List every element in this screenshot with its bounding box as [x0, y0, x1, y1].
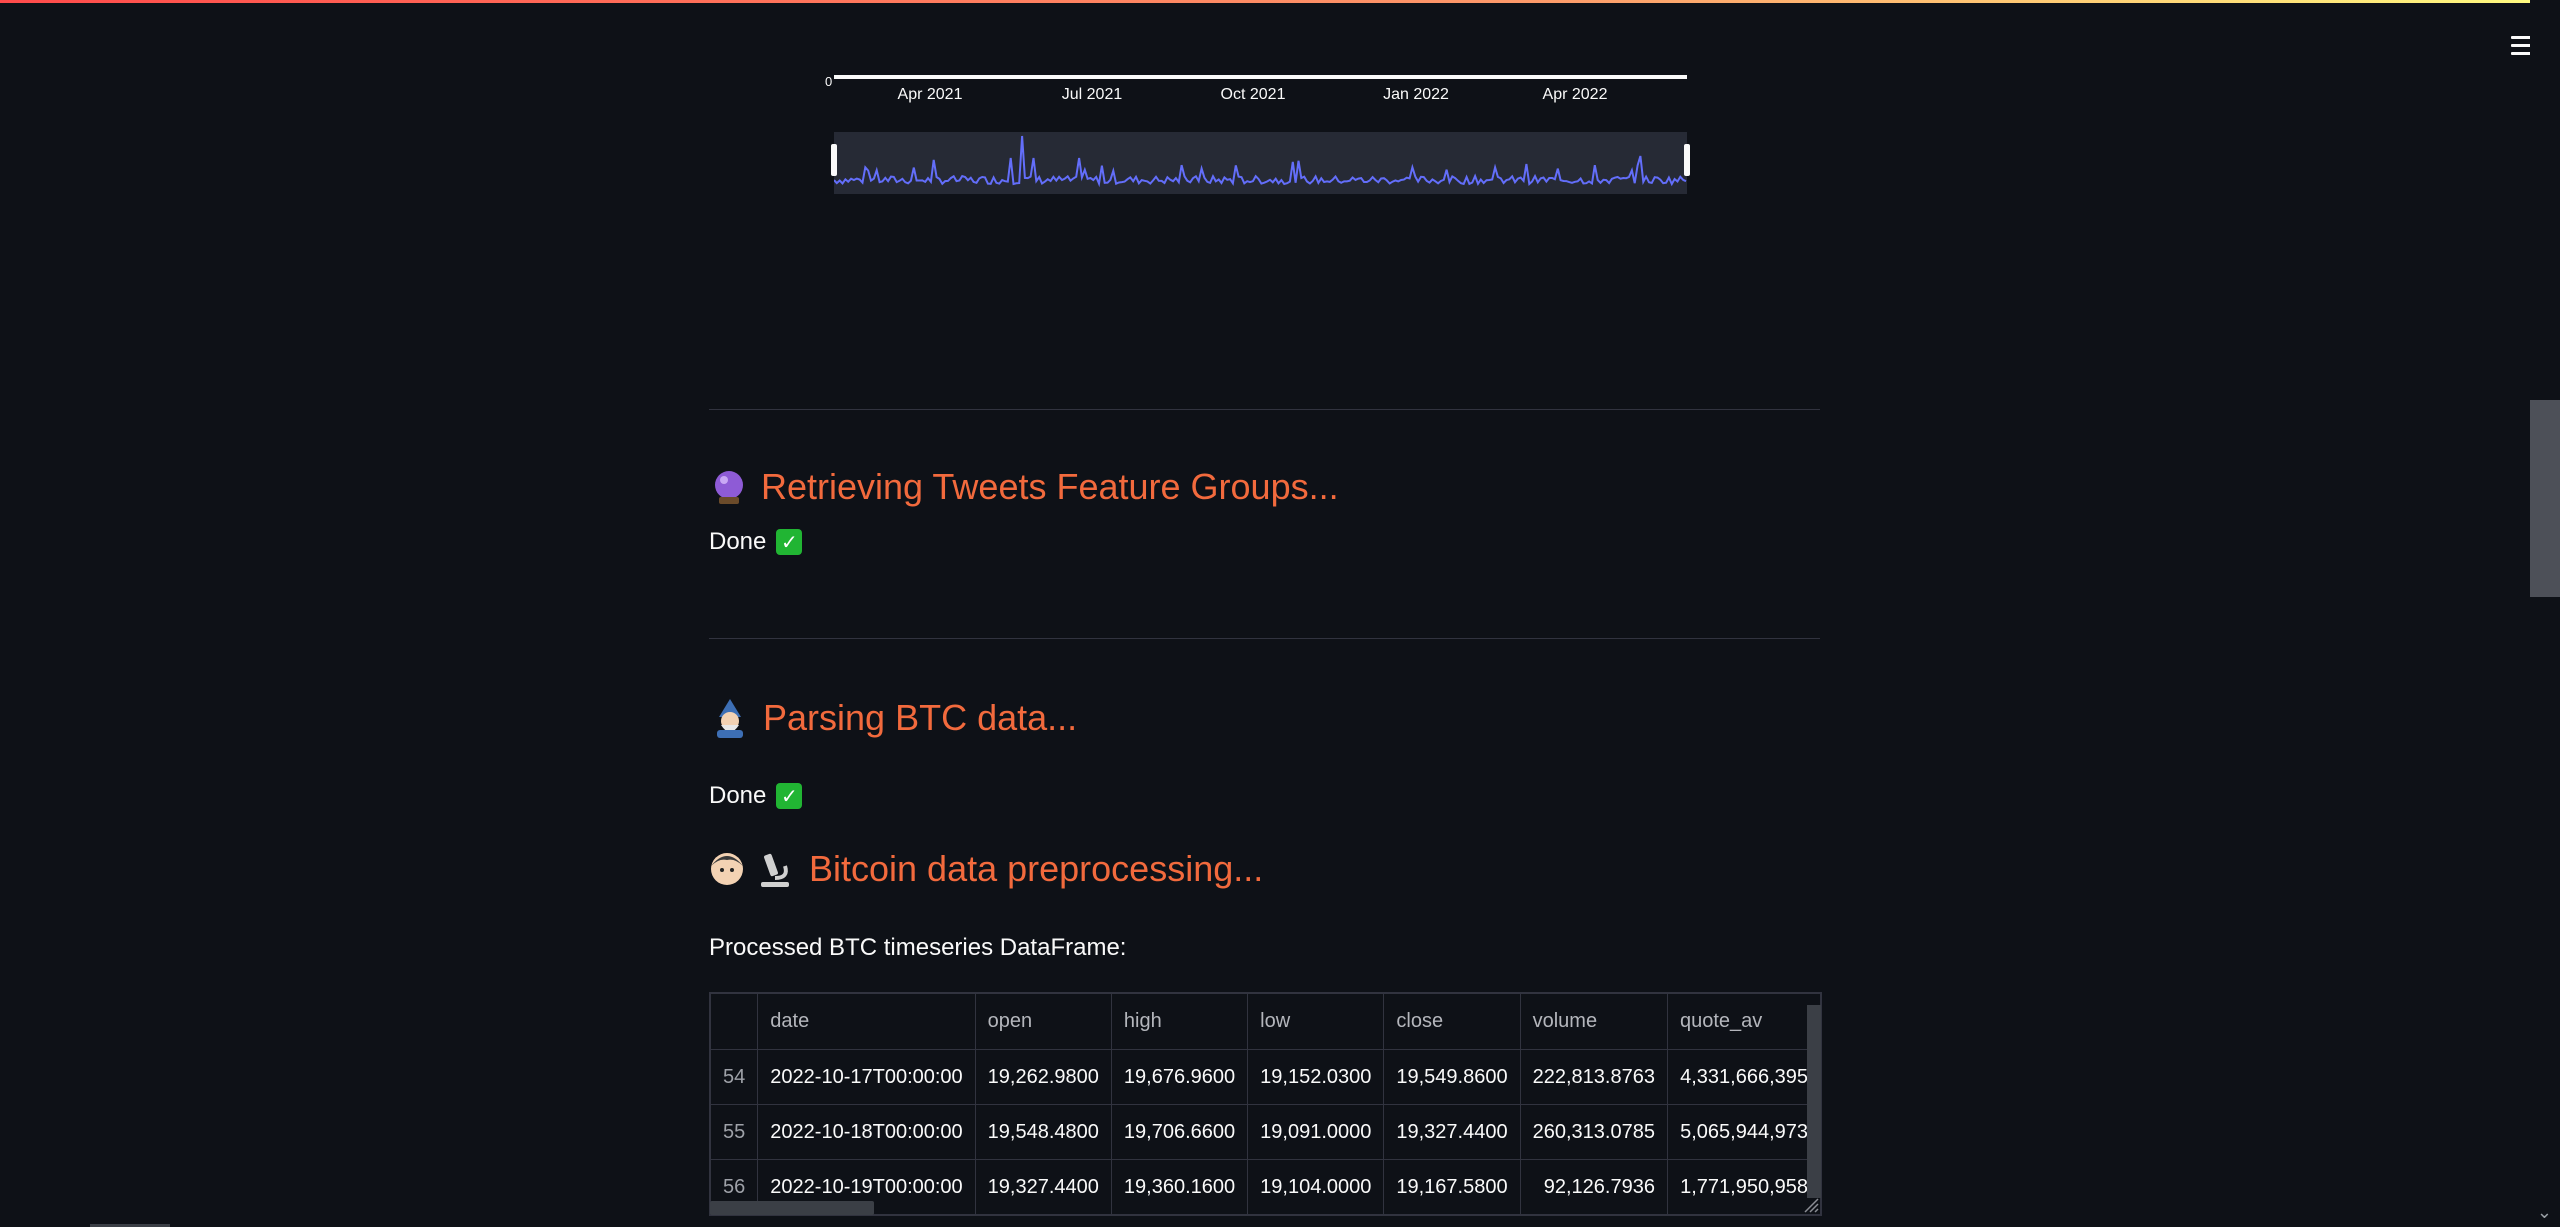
section-title: Parsing BTC data... [763, 697, 1078, 738]
table-row[interactable]: 56 2022-10-19T00:00:00 19,327.4400 19,36… [710, 1159, 1821, 1215]
range-slider-left-handle[interactable] [831, 144, 837, 176]
cell-high[interactable]: 19,360.1600 [1110, 1159, 1249, 1215]
column-header-high[interactable]: high [1110, 993, 1249, 1050]
status-done: Done ✓ [709, 528, 1820, 556]
x-tick-label: Apr 2021 [897, 86, 963, 103]
status-text: Done [709, 782, 767, 809]
column-header-low[interactable]: low [1247, 993, 1385, 1050]
row-index: 54 [710, 1049, 759, 1105]
top-decoration-bar [0, 0, 2560, 3]
x-tick-label: Oct 2021 [1220, 86, 1286, 103]
table-caption: Processed BTC timeseries DataFrame: [709, 934, 1127, 961]
cell-close[interactable]: 19,167.5800 [1383, 1159, 1521, 1215]
cell-date[interactable]: 2022-10-18T00:00:00 [757, 1104, 976, 1160]
cell-open[interactable]: 19,548.4800 [974, 1104, 1112, 1160]
column-header-open[interactable]: open [974, 993, 1112, 1050]
x-tick-label: Jul 2021 [1061, 86, 1123, 103]
column-header-date[interactable]: date [757, 993, 976, 1050]
cell-high[interactable]: 19,706.6600 [1110, 1104, 1249, 1160]
cell-close[interactable]: 19,327.4400 [1383, 1104, 1521, 1160]
table-vertical-scrollbar[interactable] [1807, 1005, 1821, 1198]
table-header-row: date open high low close volume quote_av [710, 993, 1821, 1050]
cell-quote-av[interactable]: 1,771,950,958 [1666, 1159, 1821, 1215]
section-parsing: Parsing BTC data... [709, 697, 1820, 739]
resize-grip-icon[interactable] [1801, 1195, 1819, 1213]
range-slider[interactable] [831, 132, 1690, 194]
dataframe-grid: date open high low close volume quote_av… [710, 993, 1821, 1215]
table-horizontal-scrollbar[interactable] [710, 1201, 874, 1215]
column-header-quote-av[interactable]: quote_av [1666, 993, 1821, 1050]
column-header-index[interactable] [710, 993, 759, 1050]
cell-low[interactable]: 19,091.0000 [1247, 1104, 1385, 1160]
section-heading: Retrieving Tweets Feature Groups... [709, 466, 1820, 508]
scroll-down-icon[interactable]: ⌄ [2537, 1202, 2552, 1223]
cell-quote-av[interactable]: 5,065,944,973 [1666, 1104, 1821, 1160]
check-mark-icon: ✓ [776, 529, 803, 555]
cell-volume[interactable]: 260,313.0785 [1519, 1104, 1668, 1160]
cell-date[interactable]: 2022-10-17T00:00:00 [757, 1049, 976, 1105]
cell-high[interactable]: 19,676.9600 [1110, 1049, 1249, 1105]
cell-volume[interactable]: 222,813.8763 [1519, 1049, 1668, 1105]
cell-volume[interactable]: 92,126.7936 [1519, 1159, 1668, 1215]
x-tick-label: Jan 2022 [1383, 86, 1449, 103]
cell-open[interactable]: 19,327.4400 [974, 1159, 1112, 1215]
table-row[interactable]: 55 2022-10-18T00:00:00 19,548.4800 19,70… [710, 1104, 1821, 1160]
column-header-volume[interactable]: volume [1519, 993, 1668, 1050]
table-row[interactable]: 54 2022-10-17T00:00:00 19,262.9800 19,67… [710, 1049, 1821, 1105]
page-scrollbar[interactable] [2530, 0, 2560, 1227]
cell-open[interactable]: 19,262.9800 [974, 1049, 1112, 1105]
mage-icon [709, 697, 751, 739]
series-line [834, 135, 1687, 188]
check-mark-icon: ✓ [776, 783, 803, 809]
page-scrollbar-thumb[interactable] [2530, 400, 2560, 597]
section-title: Retrieving Tweets Feature Groups... [761, 466, 1339, 507]
range-slider-right-handle[interactable] [1684, 144, 1690, 176]
cell-quote-av[interactable]: 4,331,666,395 [1666, 1049, 1821, 1105]
scientist-icon [709, 848, 797, 890]
section-title: Bitcoin data preprocessing... [809, 848, 1264, 889]
column-header-close[interactable]: close [1383, 993, 1521, 1050]
timeseries-chart[interactable]: 0 Apr 2021 Jul 2021 Oct 2021 Jan 2022 Ap… [820, 60, 1700, 210]
divider [709, 638, 1820, 639]
section-heading: Parsing BTC data... [709, 697, 1820, 739]
cell-low[interactable]: 19,152.0300 [1247, 1049, 1385, 1105]
x-axis-line [834, 75, 1687, 79]
x-tick-label: Apr 2022 [1542, 86, 1608, 103]
y-tick-label: 0 [825, 74, 833, 89]
status-text: Done [709, 528, 767, 555]
crystal-ball-icon [709, 467, 749, 507]
dataframe-table[interactable]: date open high low close volume quote_av… [709, 992, 1822, 1216]
status-done: Done ✓ [709, 782, 1820, 810]
section-tweets: Retrieving Tweets Feature Groups... [709, 466, 1820, 508]
range-slider-series [834, 135, 1687, 188]
row-index: 55 [710, 1104, 759, 1160]
cell-close[interactable]: 19,549.8600 [1383, 1049, 1521, 1105]
divider [709, 409, 1820, 410]
section-preprocessing: Bitcoin data preprocessing... [709, 848, 1820, 890]
section-heading: Bitcoin data preprocessing... [709, 848, 1820, 890]
cell-low[interactable]: 19,104.0000 [1247, 1159, 1385, 1215]
